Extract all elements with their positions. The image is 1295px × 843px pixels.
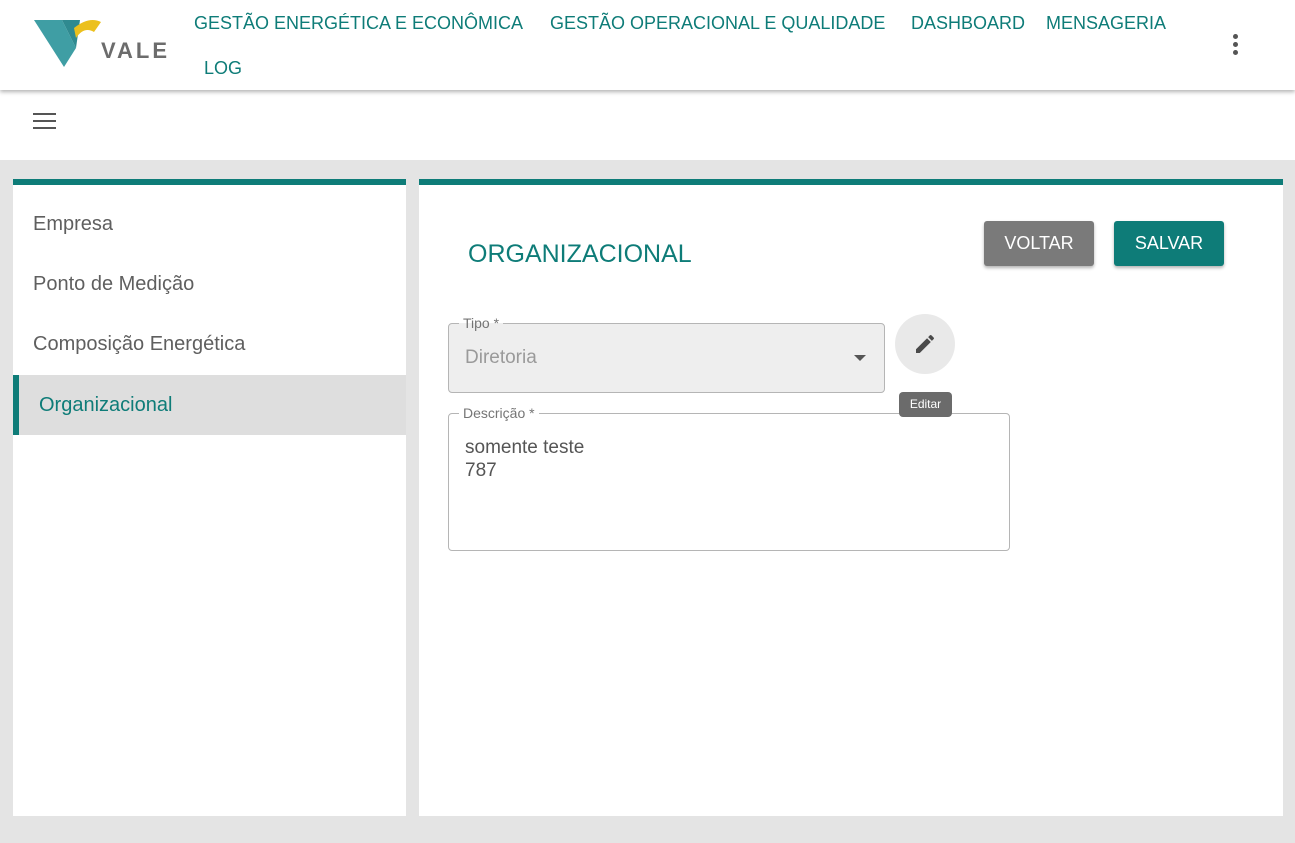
more-vert-icon[interactable] [1222, 30, 1248, 60]
sidebar-item-organizacional[interactable]: Organizacional [13, 375, 406, 435]
secondary-toolbar [0, 90, 1295, 160]
hamburger-menu-icon[interactable] [32, 110, 58, 132]
pencil-icon [916, 334, 935, 353]
vale-logo[interactable]: VALE [34, 18, 169, 70]
page-title: ORGANIZACIONAL [468, 240, 692, 268]
main-panel: ORGANIZACIONAL VOLTAR SALVAR Tipo * Dire… [419, 179, 1283, 816]
tipo-select[interactable]: Tipo * Diretoria [448, 315, 885, 393]
tipo-label: Tipo * [459, 315, 504, 331]
vale-logo-icon [34, 20, 101, 67]
sidebar-item-composicao-energetica[interactable]: Composição Energética [13, 314, 406, 374]
nav-dashboard[interactable]: DASHBOARD [911, 13, 1025, 34]
dropdown-arrow-icon [854, 355, 866, 361]
tipo-value: Diretoria [465, 347, 537, 368]
descricao-line-2: 787 [465, 460, 497, 481]
save-button[interactable]: SALVAR [1114, 221, 1224, 266]
sidebar-item-empresa[interactable]: Empresa [13, 194, 406, 254]
descricao-line-1: somente teste [465, 437, 585, 458]
logo-text: VALE [101, 38, 171, 63]
descricao-label: Descrição * [459, 405, 539, 421]
nav-gestao-energetica[interactable]: GESTÃO ENERGÉTICA E ECONÔMICA [194, 13, 523, 34]
nav-mensageria[interactable]: MENSAGERIA [1046, 13, 1166, 34]
descricao-value: somente teste 787 [465, 436, 584, 482]
nav-log[interactable]: LOG [204, 58, 242, 79]
top-app-bar: VALE GESTÃO ENERGÉTICA E ECONÔMICA GESTÃ… [0, 0, 1295, 90]
back-button[interactable]: VOLTAR [984, 221, 1094, 266]
edit-button[interactable] [895, 314, 955, 374]
edit-tooltip: Editar [899, 392, 952, 417]
sidebar-item-ponto-de-medicao[interactable]: Ponto de Medição [13, 254, 406, 314]
descricao-textarea[interactable]: Descrição * somente teste 787 [448, 405, 1010, 551]
sidebar: Empresa Ponto de Medição Composição Ener… [13, 179, 406, 816]
nav-gestao-operacional[interactable]: GESTÃO OPERACIONAL E QUALIDADE [550, 13, 885, 34]
